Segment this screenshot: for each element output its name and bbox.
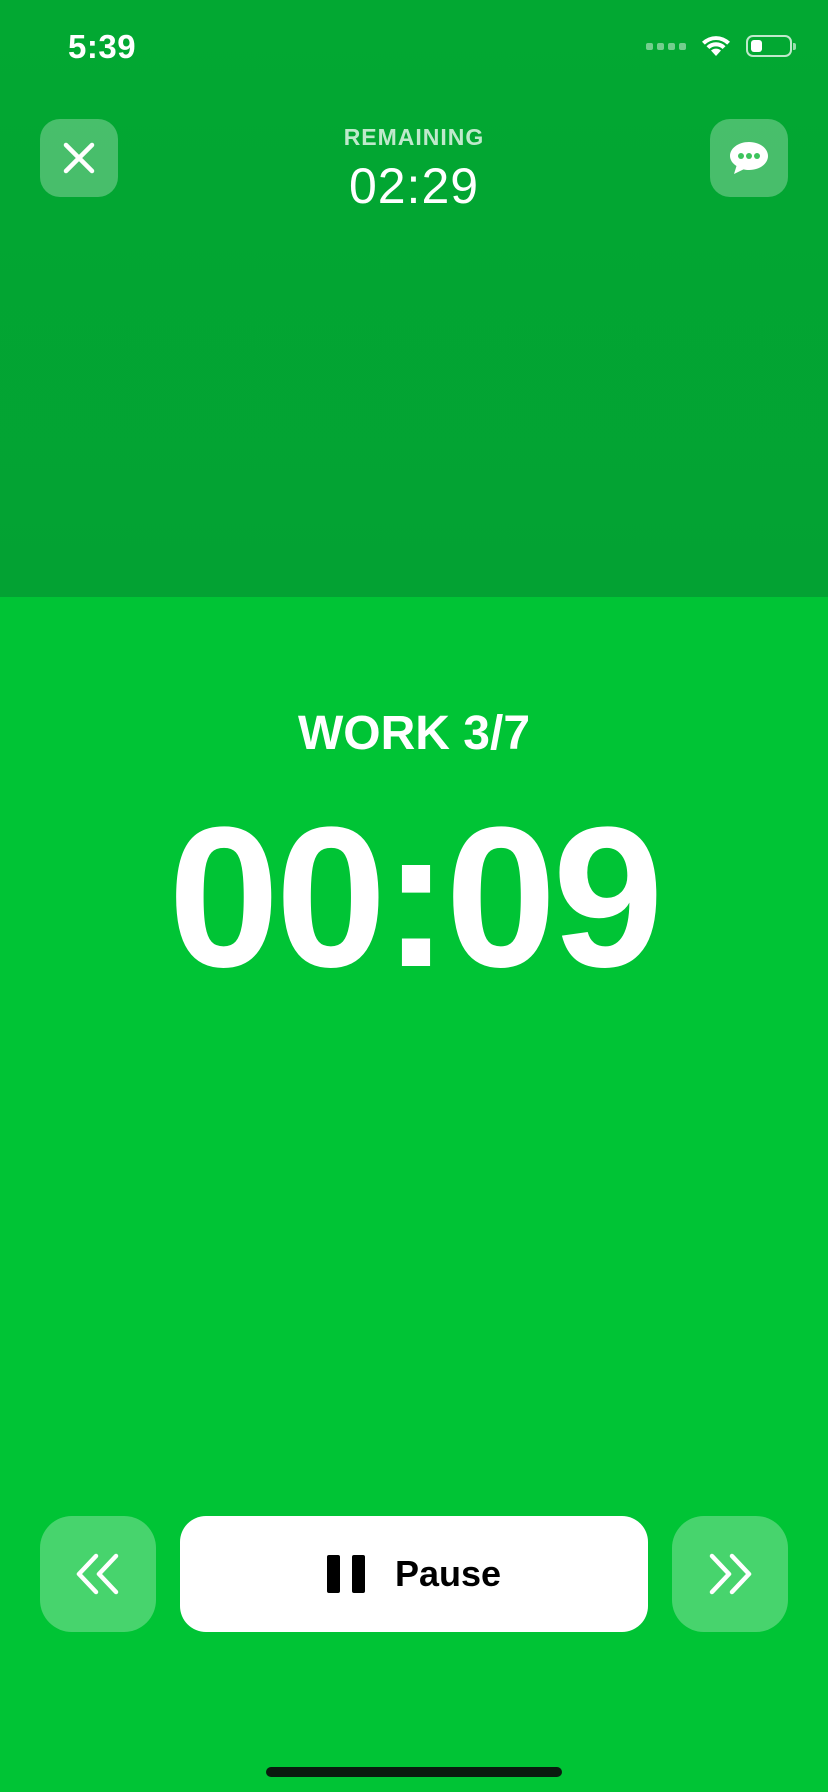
double-chevron-right-icon bbox=[709, 1553, 752, 1595]
overall-progress-region bbox=[0, 0, 828, 597]
cellular-signal-icon bbox=[646, 42, 686, 50]
next-interval-button[interactable] bbox=[672, 1516, 788, 1632]
pause-button[interactable]: Pause bbox=[180, 1516, 648, 1632]
wifi-icon bbox=[702, 36, 730, 56]
double-chevron-left-icon bbox=[76, 1553, 119, 1595]
remaining-time: 02:29 bbox=[348, 158, 480, 214]
battery-icon bbox=[746, 35, 796, 57]
pause-icon bbox=[326, 1555, 365, 1593]
status-bar-icons bbox=[646, 34, 796, 58]
phase-label: WORK 3/7 bbox=[297, 707, 531, 760]
battery-level bbox=[751, 40, 762, 52]
chat-button[interactable] bbox=[710, 119, 788, 197]
interval-timer: 00:09 bbox=[168, 786, 664, 1009]
status-bar-time: 5:39 bbox=[68, 28, 137, 65]
pause-button-label: Pause bbox=[394, 1553, 502, 1594]
home-indicator bbox=[266, 1767, 562, 1777]
previous-interval-button[interactable] bbox=[40, 1516, 156, 1632]
chat-bubble-icon bbox=[730, 142, 768, 174]
remaining-label: REMAINING bbox=[343, 124, 485, 150]
